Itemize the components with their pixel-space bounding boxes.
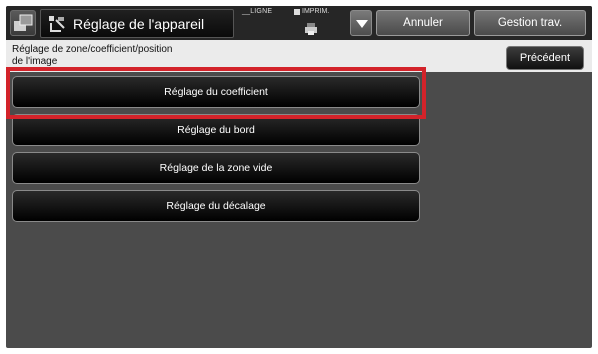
- imprim-indicator-icon: [294, 8, 300, 15]
- window-title-box: Réglage de l'appareil: [40, 9, 234, 38]
- menu-item-zone-vide[interactable]: Réglage de la zone vide: [12, 152, 420, 184]
- top-bar: Réglage de l'appareil __LIGNE IMPRIM. An…: [6, 6, 592, 40]
- subheader: Réglage de zone/coefficient/position de …: [6, 40, 592, 72]
- settings-app-icon[interactable]: [10, 10, 36, 36]
- breadcrumb-line-2: de l'image: [12, 56, 58, 67]
- menu-item-coefficient[interactable]: Réglage du coefficient: [12, 76, 420, 108]
- back-button[interactable]: Précédent: [506, 46, 584, 70]
- menu-item-bord[interactable]: Réglage du bord: [12, 114, 420, 146]
- menu-item-decalage[interactable]: Réglage du décalage: [12, 190, 420, 222]
- status-ligne: __LIGNE: [242, 8, 273, 15]
- status-imprim: IMPRIM.: [294, 8, 329, 15]
- window-title: Réglage de l'appareil: [73, 16, 205, 32]
- device-screen: Réglage de l'appareil __LIGNE IMPRIM. An…: [6, 6, 592, 348]
- breadcrumb: Réglage de zone/coefficient/position de …: [12, 44, 172, 68]
- status-ligne-label: LIGNE: [250, 8, 273, 15]
- job-status-button[interactable]: Gestion trav.: [474, 10, 586, 36]
- printer-icon: [305, 23, 317, 35]
- settings-app-glyph: [14, 14, 33, 31]
- device-adjust-icon: [49, 16, 65, 32]
- status-dropdown-button[interactable]: [350, 10, 372, 36]
- cancel-button[interactable]: Annuler: [376, 10, 470, 36]
- status-imprim-label: IMPRIM.: [302, 8, 330, 15]
- breadcrumb-line-1: Réglage de zone/coefficient/position: [12, 44, 173, 55]
- dropdown-arrow-icon: [356, 20, 368, 28]
